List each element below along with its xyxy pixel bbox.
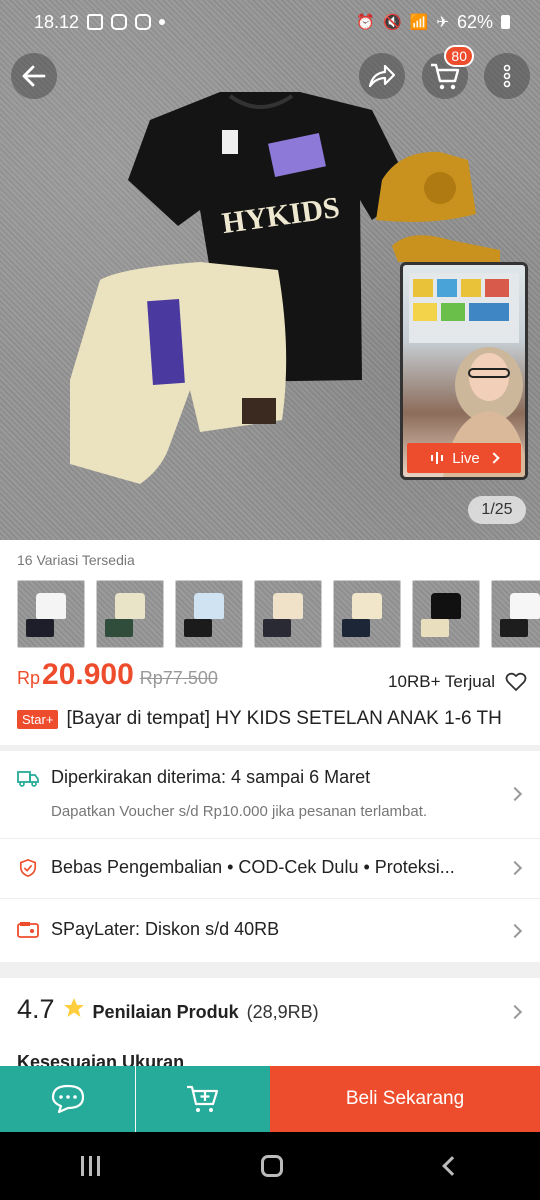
more-notifications-icon — [159, 19, 166, 25]
back-nav-button[interactable] — [442, 1156, 463, 1176]
cart-button[interactable]: 80 — [422, 45, 474, 99]
variant-thumbnail[interactable] — [96, 580, 164, 648]
arrow-left-icon — [22, 65, 46, 87]
variant-shorts-swatch — [500, 619, 528, 637]
status-time: 18.12 — [34, 11, 80, 32]
add-to-cart-button[interactable] — [135, 1066, 270, 1132]
live-label: Live — [452, 449, 480, 467]
cart-count-badge: 80 — [444, 45, 474, 67]
variants-title: 16 Variasi Tersedia — [17, 552, 135, 568]
variant-shirt-swatch — [273, 593, 303, 619]
product-title: [Bayar di tempat] HY KIDS SETELAN ANAK 1… — [66, 708, 502, 729]
rating-row: 4.7 Penilaian Produk (28,9RB) — [17, 994, 319, 1025]
variant-shirt-swatch — [510, 593, 540, 619]
variant-shorts-swatch — [26, 619, 54, 637]
late-voucher-note: Dapatkan Voucher s/d Rp10.000 jika pesan… — [51, 803, 428, 820]
star-plus-badge: Star+ — [17, 709, 59, 729]
paylater-text: SPayLater: Diskon s/d 40RB — [51, 919, 280, 939]
chevron-right-icon — [507, 860, 523, 876]
home-button[interactable] — [261, 1155, 284, 1177]
variant-thumbnail[interactable] — [491, 580, 540, 648]
sold-count: 10RB+ Terjual — [388, 672, 495, 691]
rating-label: Penilaian Produk — [92, 1002, 239, 1022]
variant-shirt-swatch — [115, 593, 145, 619]
delivery-estimate: Diperkirakan diterima: 4 sampai 6 Maret — [51, 767, 371, 787]
battery-icon — [501, 15, 510, 29]
variant-thumbnail[interactable] — [412, 580, 480, 648]
mute-icon: 🔇 — [383, 14, 402, 31]
gallery-notification-icon — [87, 14, 104, 30]
buy-now-button[interactable]: Beli Sekarang — [270, 1066, 540, 1132]
airplane-icon: ✈ — [436, 14, 449, 31]
chevron-right-icon — [488, 452, 500, 464]
cart-plus-icon — [187, 1085, 219, 1112]
more-options-button[interactable] — [484, 53, 530, 99]
price-row: Rp 20.900 Rp77.500 10RB+ Terjual — [17, 658, 527, 698]
variant-thumbnail[interactable] — [333, 580, 401, 648]
variant-shirt-swatch — [431, 593, 461, 619]
variant-shorts-swatch — [263, 619, 291, 637]
bottom-action-bar: Beli Sekarang — [0, 1066, 540, 1132]
paylater-wallet-icon — [17, 922, 39, 938]
product-title-row: Star+ [Bayar di tempat] HY KIDS SETELAN … — [17, 708, 532, 730]
chat-button[interactable] — [0, 1066, 135, 1132]
battery-level: 62% — [456, 11, 493, 32]
back-button[interactable] — [11, 53, 57, 99]
heart-icon[interactable] — [505, 672, 527, 692]
price-value: 20.900 — [42, 658, 134, 691]
variant-shirt-swatch — [352, 593, 382, 619]
live-stream-preview[interactable]: Live — [400, 262, 528, 480]
share-arrow-icon — [368, 64, 396, 88]
wifi-icon: 📶 — [409, 14, 429, 31]
original-price: Rp77.500 — [139, 668, 218, 688]
guarantee-row[interactable]: Bebas Pengembalian • COD-Cek Dulu • Prot… — [0, 838, 540, 898]
variant-thumbnail[interactable] — [175, 580, 243, 648]
guarantee-text: Bebas Pengembalian • COD-Cek Dulu • Prot… — [51, 857, 455, 877]
variant-shorts-swatch — [421, 619, 449, 637]
instagram-notification-icon — [111, 14, 128, 30]
image-counter: 1/25 — [468, 496, 526, 524]
instagram-notification-icon-2 — [135, 14, 152, 30]
sold-count-group: 10RB+ Terjual — [388, 672, 527, 692]
chevron-right-icon — [507, 923, 523, 939]
rating-score: 4.7 — [17, 994, 55, 1024]
variant-shirt-swatch — [194, 593, 224, 619]
share-button[interactable] — [359, 53, 405, 99]
chevron-right-icon — [507, 786, 523, 802]
variant-thumbnail[interactable] — [17, 580, 85, 648]
status-bar: 18.12 ⏰ 🔇 📶 ✈ 62% — [0, 0, 540, 44]
delivery-truck-icon — [17, 771, 39, 787]
live-bars-icon — [431, 452, 444, 464]
variant-thumbnail[interactable] — [254, 580, 322, 648]
chat-bubble-icon — [51, 1084, 84, 1114]
variant-shorts-swatch — [342, 619, 370, 637]
size-fit-heading: Kesesuaian Ukuran — [17, 1052, 185, 1066]
price-currency: Rp — [17, 668, 41, 688]
recent-apps-button[interactable] — [80, 1156, 100, 1176]
variant-shorts-swatch — [184, 619, 212, 637]
more-vertical-icon — [503, 64, 511, 88]
rating-count: (28,9RB) — [246, 1002, 319, 1022]
star-icon — [63, 998, 84, 1017]
shield-check-icon — [19, 859, 37, 877]
shipping-row[interactable]: Diperkirakan diterima: 4 sampai 6 Maret … — [0, 750, 540, 838]
live-button[interactable]: Live — [407, 443, 521, 473]
alarm-icon: ⏰ — [356, 14, 376, 31]
variant-shorts-swatch — [105, 619, 133, 637]
paylater-row[interactable]: SPayLater: Diskon s/d 40RB — [0, 898, 540, 962]
system-navigation-bar — [0, 1132, 540, 1200]
variant-thumbnails — [17, 580, 540, 648]
variant-shirt-swatch — [36, 593, 66, 619]
